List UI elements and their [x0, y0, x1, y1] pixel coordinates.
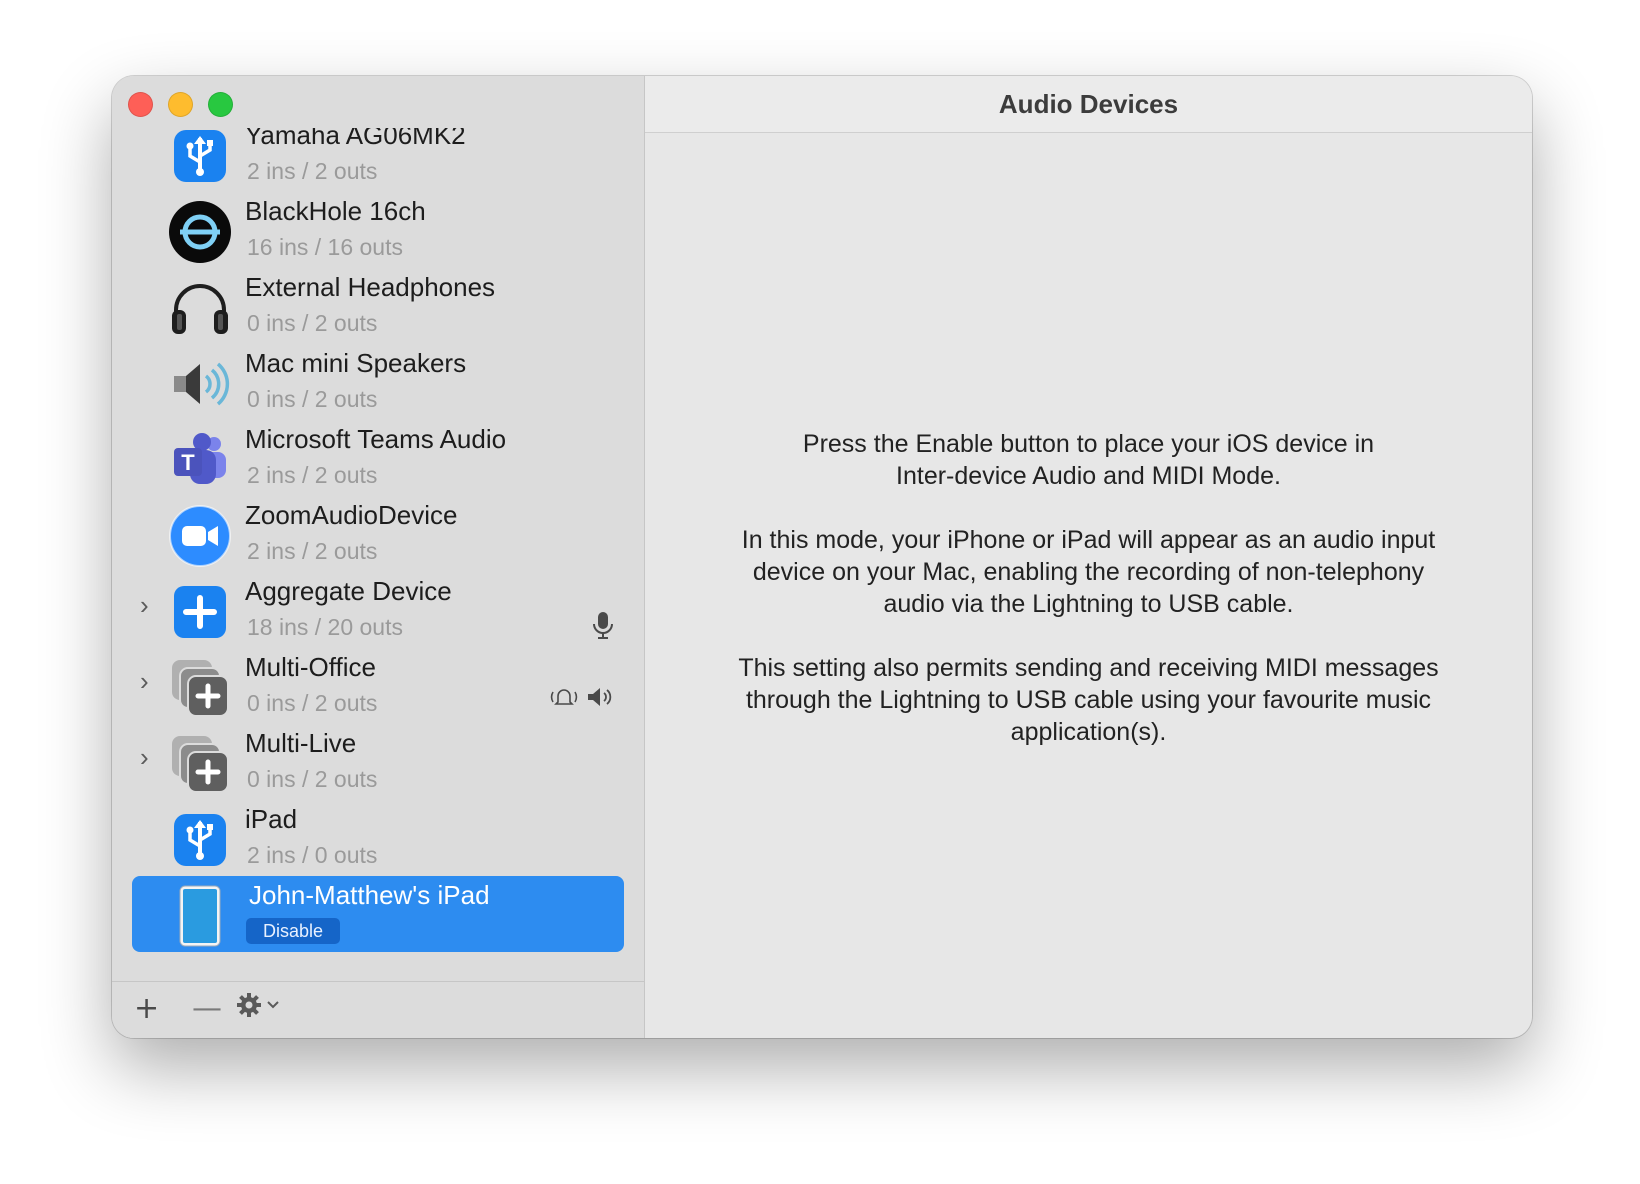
close-window-button[interactable]: [128, 92, 153, 117]
device-name: ZoomAudioDevice: [245, 500, 458, 530]
window-controls: [128, 92, 233, 117]
device-row-zoom-audio-device[interactable]: ZoomAudioDevice 2 ins / 2 outs: [112, 496, 644, 572]
remove-device-button[interactable]: —: [192, 992, 222, 1026]
titlebar: Audio Devices: [645, 76, 1532, 133]
sidebar-toolbar: + —: [112, 981, 644, 1038]
message-paragraph-enable: Press the Enable button to place your iO…: [802, 430, 1375, 490]
action-menu-button[interactable]: [236, 992, 280, 1018]
device-row-yamaha[interactable]: Yamaha AG06MK2 2 ins / 2 outs: [112, 128, 644, 192]
audio-midi-setup-window: Yamaha AG06MK2 2 ins / 2 outs BlackHole …: [112, 76, 1532, 1038]
device-io: 2 ins / 0 outs: [247, 842, 378, 868]
device-io: 0 ins / 2 outs: [247, 310, 378, 336]
device-io: 16 ins / 16 outs: [247, 234, 403, 260]
device-row-microsoft-teams-audio[interactable]: T Microsoft Teams Audio 2 ins / 2 outs: [112, 420, 644, 496]
blackhole-icon: [169, 201, 231, 263]
device-row-external-headphones[interactable]: External Headphones 0 ins / 2 outs: [112, 268, 644, 344]
device-status: [592, 610, 614, 640]
device-io: 0 ins / 2 outs: [247, 690, 378, 716]
device-io: 2 ins / 2 outs: [247, 462, 378, 488]
device-row-blackhole[interactable]: BlackHole 16ch 16 ins / 16 outs: [112, 192, 644, 268]
zoom-window-button[interactable]: [208, 92, 233, 117]
device-row-mac-mini-speakers[interactable]: Mac mini Speakers 0 ins / 2 outs: [112, 344, 644, 420]
device-row-aggregate-device[interactable]: › Aggregate Device 18 ins / 20 outs: [112, 572, 644, 648]
speaker-icon: [174, 362, 230, 406]
device-name: John-Matthew's iPad: [249, 880, 490, 910]
device-io: 0 ins / 2 outs: [247, 766, 378, 792]
device-name: Microsoft Teams Audio: [245, 424, 507, 454]
device-row-ipad[interactable]: iPad 2 ins / 0 outs: [112, 800, 644, 876]
teams-icon: T: [174, 433, 226, 484]
ios-device-message: Press the Enable button to place your iO…: [685, 428, 1492, 780]
multi-output-icon: [172, 736, 229, 793]
disable-button[interactable]: Disable: [246, 918, 340, 944]
device-name: Aggregate Device: [245, 576, 452, 606]
device-row-multi-office[interactable]: › Multi-Office 0 ins / 2 outs: [112, 648, 644, 724]
alert-sound-icon: [550, 689, 578, 705]
device-row-john-matthews-ipad[interactable]: John-Matthew's iPad Disable: [112, 876, 644, 952]
device-name: iPad: [245, 804, 298, 834]
device-io: 0 ins / 2 outs: [247, 386, 378, 412]
detail-pane: Audio Devices Press the Enable button to…: [645, 76, 1532, 1038]
device-name: External Headphones: [245, 272, 496, 302]
device-status: [548, 686, 614, 708]
minimize-window-button[interactable]: [168, 92, 193, 117]
gear-icon: [237, 993, 261, 1017]
device-name: BlackHole 16ch: [245, 196, 426, 226]
aggregate-icon: [174, 586, 226, 638]
device-name: Multi-Live: [245, 728, 357, 758]
usb-icon: [174, 814, 226, 866]
headphones-icon: [172, 284, 228, 334]
chevron-right-icon[interactable]: ›: [140, 668, 149, 694]
message-paragraph-mode: In this mode, your iPhone or iPad will a…: [741, 526, 1436, 618]
multi-output-icon: [172, 660, 229, 717]
device-name: Yamaha AG06MK2: [245, 128, 466, 150]
device-list[interactable]: Yamaha AG06MK2 2 ins / 2 outs BlackHole …: [112, 128, 644, 988]
microphone-icon: [593, 612, 613, 639]
device-io: 2 ins / 2 outs: [247, 538, 378, 564]
device-row-multi-live[interactable]: › Multi-Live 0 ins / 2 outs: [112, 724, 644, 800]
chevron-right-icon[interactable]: ›: [140, 592, 149, 618]
usb-icon: [174, 130, 226, 182]
ipad-icon: [179, 885, 221, 947]
device-name: Multi-Office: [245, 652, 376, 682]
sidebar: Yamaha AG06MK2 2 ins / 2 outs BlackHole …: [112, 76, 645, 1038]
message-paragraph-midi: This setting also permits sending and re…: [738, 654, 1439, 746]
svg-text:T: T: [181, 450, 195, 475]
chevron-down-icon: [267, 1001, 279, 1009]
window-title: Audio Devices: [998, 88, 1179, 119]
zoom-icon: [169, 505, 231, 567]
add-device-button[interactable]: +: [134, 992, 159, 1026]
device-io: 2 ins / 2 outs: [247, 158, 378, 184]
chevron-right-icon[interactable]: ›: [140, 744, 149, 770]
device-io: 18 ins / 20 outs: [247, 614, 403, 640]
speaker-volume-icon: [588, 688, 612, 706]
device-name: Mac mini Speakers: [245, 348, 467, 378]
